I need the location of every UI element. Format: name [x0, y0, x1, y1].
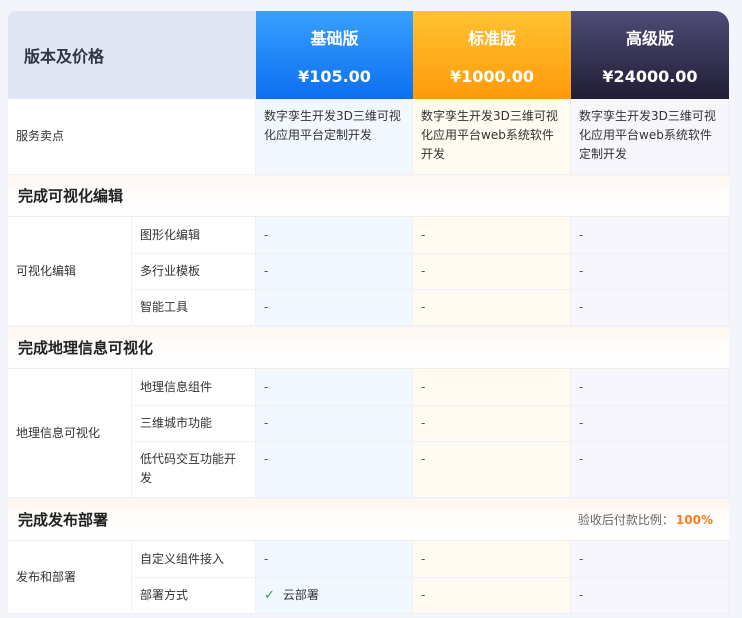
group-label: 地理信息可视化	[8, 369, 132, 498]
value-advanced: -	[571, 369, 729, 406]
value-basic: -	[256, 541, 413, 578]
plan-basic-header[interactable]: 基础版 ¥105.00	[256, 11, 413, 99]
service-advanced: 数字孪生开发3D三维可视化应用平台web系统软件定制开发	[571, 99, 729, 175]
pricing-table: 版本及价格 基础版 ¥105.00 标准版 ¥1000.00 高级版 ¥2400…	[0, 0, 742, 618]
check-icon: ✓	[264, 588, 275, 603]
section-title: 完成可视化编辑	[18, 187, 124, 205]
value-basic: -	[256, 254, 413, 290]
feature-label: 自定义组件接入	[132, 541, 256, 578]
plan-standard-price: ¥1000.00	[449, 66, 534, 86]
feature-label: 图形化编辑	[132, 217, 256, 254]
value-advanced: -	[571, 290, 729, 326]
payment-ratio: 验收后付款比例： 100%	[578, 511, 713, 528]
plan-advanced-header[interactable]: 高级版 ¥24000.00	[571, 11, 729, 99]
section-header-deployment: 完成发布部署 验收后付款比例： 100%	[8, 499, 729, 541]
value-basic: -	[256, 442, 413, 498]
payment-ratio-value: 100%	[675, 513, 713, 527]
value-advanced: -	[571, 541, 729, 578]
value-advanced: -	[571, 254, 729, 290]
section-header-visual-editing: 完成可视化编辑	[8, 175, 729, 217]
feature-label: 多行业模板	[132, 254, 256, 290]
service-basic: 数字孪生开发3D三维可视化应用平台定制开发	[256, 99, 413, 175]
value-advanced: -	[571, 442, 729, 498]
service-label: 服务卖点	[8, 99, 256, 175]
feature-label: 智能工具	[132, 290, 256, 326]
value-standard: -	[413, 406, 571, 442]
feature-label: 三维城市功能	[132, 406, 256, 442]
section-title: 完成发布部署	[18, 511, 109, 529]
value-basic: -	[256, 369, 413, 406]
value-advanced: -	[571, 406, 729, 442]
table-title: 版本及价格	[8, 11, 256, 99]
plan-basic-price: ¥105.00	[298, 66, 371, 86]
plan-standard-name: 标准版	[467, 28, 516, 48]
value-basic: -	[256, 217, 413, 254]
feature-label: 地理信息组件	[132, 369, 256, 406]
value-standard: -	[413, 217, 571, 254]
group-label: 可视化编辑	[8, 217, 132, 326]
value-advanced: -	[571, 217, 729, 254]
plan-standard-header[interactable]: 标准版 ¥1000.00	[413, 11, 571, 99]
value-standard: -	[413, 254, 571, 290]
value-standard: -	[413, 290, 571, 326]
value-standard: -	[413, 369, 571, 406]
service-standard: 数字孪生开发3D三维可视化应用平台web系统软件开发	[413, 99, 571, 175]
value-advanced: -	[571, 578, 729, 614]
value-standard: -	[413, 541, 571, 578]
section-title: 完成地理信息可视化	[18, 339, 154, 357]
plan-advanced-name: 高级版	[625, 28, 674, 48]
payment-ratio-label: 验收后付款比例：	[577, 513, 674, 527]
plan-basic-name: 基础版	[310, 28, 359, 48]
value-basic: ✓ 云部署	[256, 578, 413, 614]
feature-label: 部署方式	[132, 578, 256, 614]
value-standard: -	[413, 442, 571, 498]
deploy-method-value: 云部署	[282, 588, 319, 602]
value-basic: -	[256, 290, 413, 326]
plan-advanced-price: ¥24000.00	[602, 66, 698, 86]
group-label: 发布和部署	[8, 541, 132, 614]
feature-label: 低代码交互功能开发	[132, 442, 256, 498]
value-standard: -	[413, 578, 571, 614]
value-basic: -	[256, 406, 413, 442]
section-header-geo-visualization: 完成地理信息可视化	[8, 327, 729, 369]
